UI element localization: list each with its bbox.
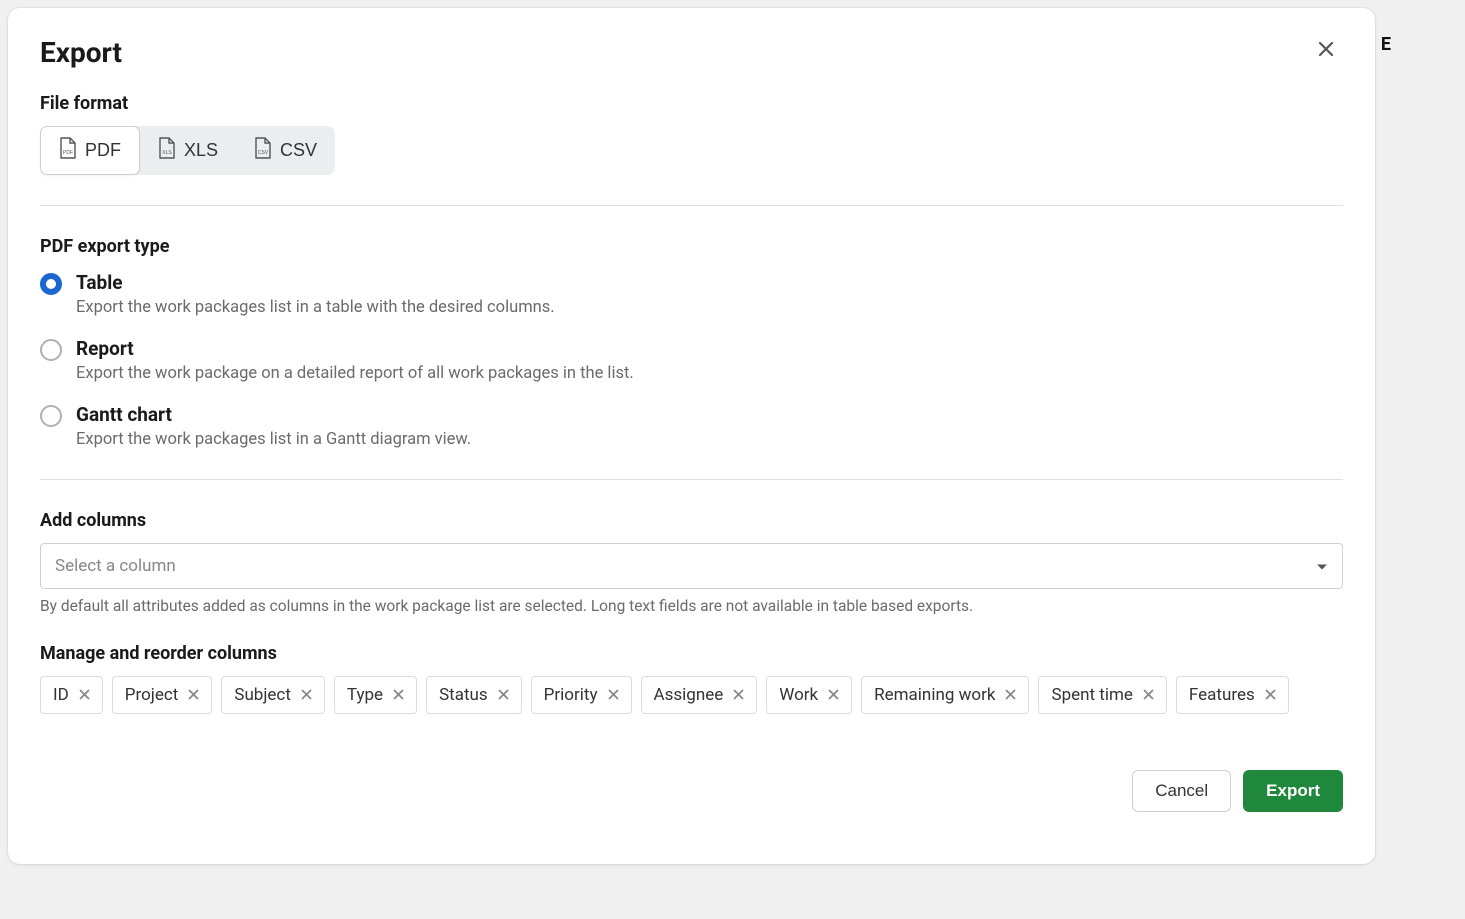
radio-text: Report Export the work package on a detai…	[76, 337, 1343, 383]
export-modal: Export File format PDF PDF XLS XLS CSV CSV PD…	[8, 8, 1375, 864]
svg-text:PDF: PDF	[63, 150, 73, 156]
manage-columns-label: Manage and reorder columns	[40, 643, 1343, 664]
close-icon	[393, 689, 404, 700]
close-icon	[498, 689, 509, 700]
radio-text: Table Export the work packages list in a …	[76, 271, 1343, 317]
column-chip-label: Features	[1189, 685, 1255, 705]
divider	[40, 479, 1343, 480]
svg-text:XLS: XLS	[162, 150, 172, 156]
column-chip[interactable]: Work	[766, 676, 852, 714]
svg-text:CSV: CSV	[258, 150, 269, 156]
add-columns-placeholder: Select a column	[55, 556, 176, 576]
column-chip-label: Spent time	[1051, 685, 1132, 705]
modal-header: Export	[40, 36, 1343, 69]
background-char: E	[1381, 34, 1391, 55]
radio-description: Export the work packages list in a table…	[76, 298, 1343, 317]
format-option-xls[interactable]: XLS XLS	[140, 126, 236, 175]
remove-column-button[interactable]	[733, 688, 744, 703]
radio-icon	[40, 405, 62, 427]
column-chip[interactable]: Status	[426, 676, 522, 714]
format-option-csv[interactable]: CSV CSV	[236, 126, 335, 175]
modal-footer: Cancel Export	[40, 770, 1343, 812]
export-type-list: Table Export the work packages list in a …	[40, 271, 1343, 449]
radio-description: Export the work packages list in a Gantt…	[76, 430, 1343, 449]
column-chip[interactable]: Priority	[531, 676, 632, 714]
format-option-label: XLS	[184, 140, 218, 161]
column-chip[interactable]: Project	[112, 676, 213, 714]
radio-title: Report	[76, 337, 1343, 360]
format-option-pdf[interactable]: PDF PDF	[40, 126, 140, 175]
close-button[interactable]	[1309, 36, 1343, 66]
column-chip[interactable]: ID	[40, 676, 103, 714]
close-icon	[301, 689, 312, 700]
cancel-button[interactable]: Cancel	[1132, 770, 1231, 812]
column-chip[interactable]: Assignee	[641, 676, 758, 714]
column-chip-label: Assignee	[654, 685, 724, 705]
radio-title: Table	[76, 271, 1343, 294]
close-icon	[79, 689, 90, 700]
chevron-down-icon	[1316, 557, 1328, 576]
format-option-label: CSV	[280, 140, 317, 161]
remove-column-button[interactable]	[301, 688, 312, 703]
close-icon	[828, 689, 839, 700]
close-icon	[1317, 40, 1335, 58]
close-icon	[1143, 689, 1154, 700]
modal-title: Export	[40, 36, 122, 69]
close-icon	[1005, 689, 1016, 700]
divider	[40, 205, 1343, 206]
export-type-label: PDF export type	[40, 236, 1343, 257]
export-type-table[interactable]: Table Export the work packages list in a …	[40, 271, 1343, 317]
remove-column-button[interactable]	[1143, 688, 1154, 703]
radio-text: Gantt chart Export the work packages list…	[76, 403, 1343, 449]
column-chip[interactable]: Features	[1176, 676, 1289, 714]
radio-icon	[40, 273, 62, 295]
add-columns-label: Add columns	[40, 510, 1343, 531]
column-chip-label: Type	[347, 685, 383, 705]
radio-title: Gantt chart	[76, 403, 1343, 426]
close-icon	[188, 689, 199, 700]
remove-column-button[interactable]	[498, 688, 509, 703]
radio-description: Export the work package on a detailed re…	[76, 364, 1343, 383]
remove-column-button[interactable]	[1265, 688, 1276, 703]
column-chip-label: ID	[53, 685, 69, 705]
close-icon	[608, 689, 619, 700]
export-type-report[interactable]: Report Export the work package on a detai…	[40, 337, 1343, 383]
column-chip[interactable]: Subject	[221, 676, 325, 714]
add-columns-select[interactable]: Select a column	[40, 543, 1343, 589]
close-icon	[1265, 689, 1276, 700]
radio-icon	[40, 339, 62, 361]
export-type-gantt[interactable]: Gantt chart Export the work packages list…	[40, 403, 1343, 449]
columns-chips: ID Project Subject Type Status Priority Assign…	[40, 676, 1343, 714]
column-chip[interactable]: Remaining work	[861, 676, 1029, 714]
remove-column-button[interactable]	[1005, 688, 1016, 703]
add-columns-help: By default all attributes added as colum…	[40, 597, 1343, 615]
remove-column-button[interactable]	[188, 688, 199, 703]
file-format-label: File format	[40, 93, 1343, 114]
column-chip-label: Status	[439, 685, 488, 705]
export-button[interactable]: Export	[1243, 770, 1343, 812]
column-chip-label: Remaining work	[874, 685, 995, 705]
column-chip-label: Work	[779, 685, 818, 705]
file-xls-icon: XLS	[158, 137, 176, 164]
column-chip[interactable]: Spent time	[1038, 676, 1166, 714]
file-csv-icon: CSV	[254, 137, 272, 164]
column-chip-label: Subject	[234, 685, 291, 705]
file-format-group: PDF PDF XLS XLS CSV CSV	[40, 126, 335, 175]
remove-column-button[interactable]	[828, 688, 839, 703]
remove-column-button[interactable]	[79, 688, 90, 703]
close-icon	[733, 689, 744, 700]
file-pdf-icon: PDF	[59, 137, 77, 164]
remove-column-button[interactable]	[608, 688, 619, 703]
remove-column-button[interactable]	[393, 688, 404, 703]
format-option-label: PDF	[85, 140, 121, 161]
column-chip-label: Priority	[544, 685, 598, 705]
column-chip[interactable]: Type	[334, 676, 417, 714]
column-chip-label: Project	[125, 685, 179, 705]
